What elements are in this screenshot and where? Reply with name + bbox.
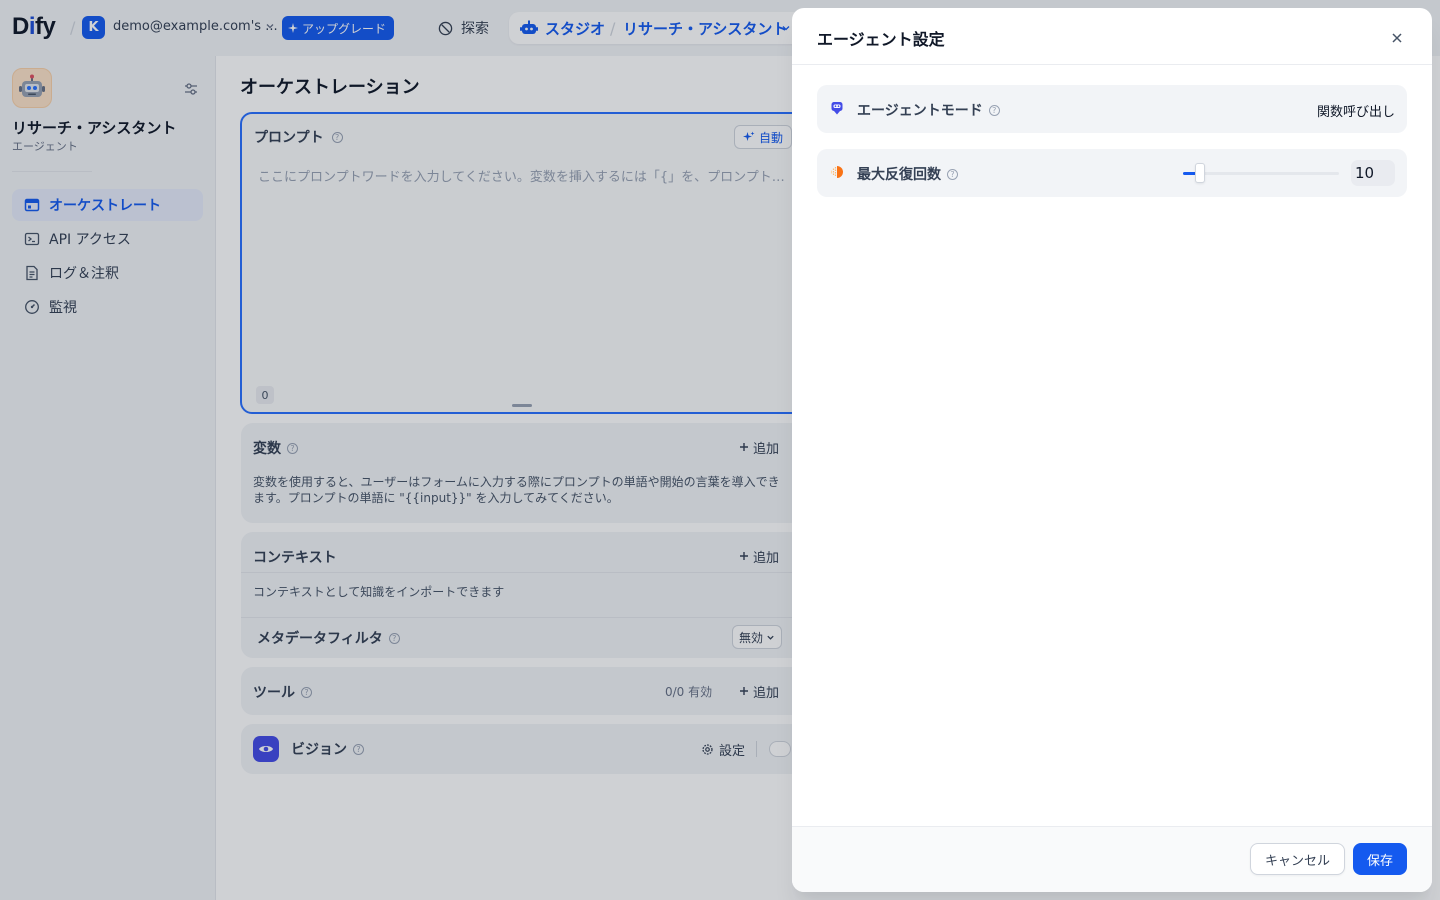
help-icon[interactable]: ? (988, 104, 1000, 116)
save-button[interactable]: 保存 (1353, 843, 1407, 875)
drawer-title: エージェント設定 (817, 30, 945, 49)
help-icon[interactable]: ? (947, 168, 958, 180)
slider-thumb[interactable] (1195, 163, 1206, 183)
iteration-icon (830, 166, 843, 178)
drawer-footer: キャンセル 保存 (792, 826, 1432, 892)
drawer-header: エージェント設定 (792, 8, 1432, 65)
max-iterations-slider[interactable] (1183, 163, 1339, 183)
agent-mode-header: エージェントモード ? (857, 100, 1000, 120)
agent-settings-drawer: エージェント設定 エージェントモード ? 関数呼び出し 最大反復回数 ? 10 … (792, 8, 1432, 892)
max-iterations-input[interactable]: 10 (1351, 160, 1395, 186)
agent-mode-label: エージェントモード (857, 103, 983, 119)
agent-mode-value[interactable]: 関数呼び出し (1317, 101, 1395, 120)
agent-bot-icon (831, 102, 843, 115)
close-icon[interactable] (1389, 30, 1405, 46)
max-iterations-row: 最大反復回数 ? 10 (817, 149, 1407, 197)
max-iterations-header: 最大反復回数 ? (857, 164, 958, 184)
agent-mode-row: エージェントモード ? 関数呼び出し (817, 85, 1407, 133)
cancel-button[interactable]: キャンセル (1250, 843, 1345, 875)
max-iterations-label: 最大反復回数 (857, 167, 941, 183)
